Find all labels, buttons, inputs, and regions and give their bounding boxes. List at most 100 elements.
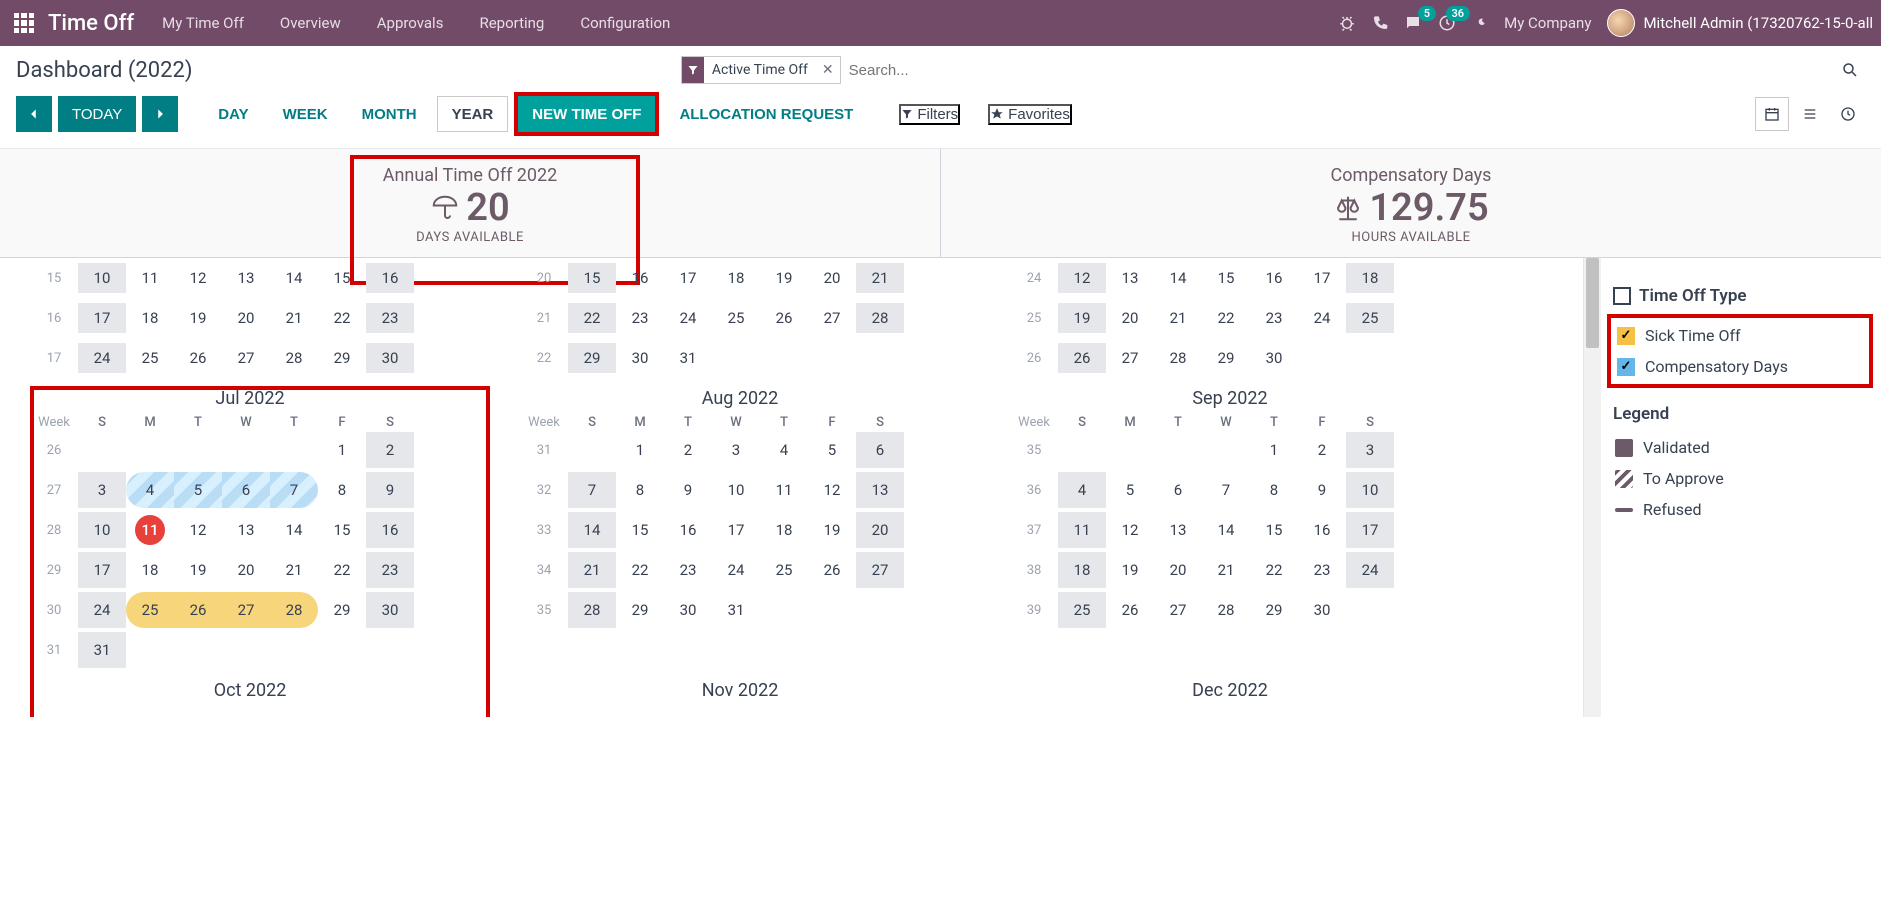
calendar-day[interactable] <box>856 592 904 628</box>
calendar-day[interactable]: 26 <box>1058 343 1106 373</box>
calendar-day[interactable]: 30 <box>616 343 664 373</box>
calendar-day[interactable]: 15 <box>1250 512 1298 548</box>
calendar-day[interactable]: 25 <box>1058 592 1106 628</box>
calendar-day[interactable]: 20 <box>856 512 904 548</box>
calendar-day[interactable]: 12 <box>174 263 222 293</box>
calendar-day[interactable]: 22 <box>318 303 366 333</box>
calendar-day[interactable]: 23 <box>1298 552 1346 588</box>
calendar-day[interactable]: 19 <box>174 552 222 588</box>
calendar-day[interactable]: 21 <box>270 552 318 588</box>
calendar-day[interactable]: 28 <box>270 343 318 373</box>
calendar-day[interactable]: 9 <box>1298 472 1346 508</box>
calendar-day[interactable]: 24 <box>1346 552 1394 588</box>
calendar-day[interactable]: 23 <box>664 552 712 588</box>
calendar-day[interactable] <box>222 432 270 468</box>
calendar-day[interactable]: 6 <box>1154 472 1202 508</box>
calendar-day[interactable]: 25 <box>126 592 174 628</box>
calendar-day[interactable]: 19 <box>1106 552 1154 588</box>
calendar-day[interactable]: 23 <box>366 303 414 333</box>
calendar-day[interactable]: 17 <box>78 552 126 588</box>
app-brand[interactable]: Time Off <box>48 11 134 36</box>
calendar-day[interactable]: 16 <box>1250 263 1298 293</box>
menu-configuration[interactable]: Configuration <box>576 10 674 36</box>
menu-overview[interactable]: Overview <box>276 10 345 36</box>
calendar-day[interactable] <box>760 343 808 373</box>
calendar-day[interactable] <box>808 592 856 628</box>
calendar-scrollbar[interactable] <box>1583 258 1601 717</box>
calendar-day[interactable]: 28 <box>270 592 318 628</box>
calendar-day[interactable]: 2 <box>1298 432 1346 468</box>
calendar-day[interactable]: 17 <box>78 303 126 333</box>
summary-annual[interactable]: Annual Time Off 2022 20 DAYS AVAILABLE <box>0 149 940 257</box>
calendar-day[interactable]: 19 <box>808 512 856 548</box>
calendar-day[interactable]: 30 <box>1250 343 1298 373</box>
calendar-day[interactable]: 21 <box>568 552 616 588</box>
prev-button[interactable] <box>16 96 52 132</box>
checkbox-empty-icon[interactable] <box>1613 287 1631 305</box>
calendar-day[interactable]: 18 <box>760 512 808 548</box>
calendar-day[interactable]: 1 <box>616 432 664 468</box>
calendar-day[interactable]: 16 <box>366 263 414 293</box>
calendar-day[interactable]: 12 <box>174 512 222 548</box>
calendar-day[interactable] <box>366 632 414 668</box>
calendar-day[interactable]: 31 <box>78 632 126 668</box>
calendar-day[interactable]: 24 <box>78 343 126 373</box>
calendar-day[interactable]: 27 <box>1106 343 1154 373</box>
calendar-day[interactable]: 29 <box>568 343 616 373</box>
calendar-day[interactable]: 20 <box>222 303 270 333</box>
calendar-day[interactable]: 18 <box>712 263 760 293</box>
calendar-day[interactable]: 1 <box>1250 432 1298 468</box>
filters-button[interactable]: Filters <box>899 104 960 125</box>
calendar-day[interactable]: 24 <box>1298 303 1346 333</box>
calendar-day[interactable]: 27 <box>808 303 856 333</box>
calendar-day[interactable]: 20 <box>1106 303 1154 333</box>
calendar-day[interactable]: 5 <box>174 472 222 508</box>
calendar-day[interactable]: 21 <box>856 263 904 293</box>
calendar-day[interactable]: 29 <box>616 592 664 628</box>
calendar-day[interactable]: 20 <box>808 263 856 293</box>
calendar-day[interactable]: 28 <box>1202 592 1250 628</box>
facet-remove-icon[interactable]: ✕ <box>816 62 840 78</box>
calendar-day[interactable]: 3 <box>1346 432 1394 468</box>
calendar-day[interactable] <box>760 592 808 628</box>
calendar-day[interactable]: 22 <box>616 552 664 588</box>
calendar-day[interactable]: 8 <box>616 472 664 508</box>
calendar-day[interactable]: 13 <box>222 263 270 293</box>
calendar-day[interactable]: 17 <box>712 512 760 548</box>
calendar-day[interactable]: 30 <box>664 592 712 628</box>
calendar-day[interactable]: 7 <box>270 472 318 508</box>
calendar-day[interactable]: 24 <box>78 592 126 628</box>
calendar-day[interactable]: 25 <box>712 303 760 333</box>
calendar-day[interactable]: 8 <box>1250 472 1298 508</box>
activities-icon[interactable]: 36 <box>1438 14 1456 32</box>
activity-view-button[interactable] <box>1831 97 1865 131</box>
calendar-day[interactable] <box>568 432 616 468</box>
messages-icon[interactable]: 5 <box>1404 14 1422 32</box>
calendar-day[interactable] <box>174 632 222 668</box>
calendar-day[interactable]: 30 <box>366 343 414 373</box>
calendar-day[interactable] <box>1298 343 1346 373</box>
tools-icon[interactable] <box>1472 15 1488 31</box>
calendar-day[interactable] <box>1106 432 1154 468</box>
calendar-day[interactable]: 17 <box>664 263 712 293</box>
calendar-day[interactable]: 21 <box>270 303 318 333</box>
calendar-day[interactable]: 4 <box>126 472 174 508</box>
calendar-day[interactable]: 19 <box>760 263 808 293</box>
search-facet[interactable]: Active Time Off ✕ <box>681 56 841 84</box>
calendar-day[interactable]: 2 <box>664 432 712 468</box>
calendar-day[interactable]: 1 <box>318 432 366 468</box>
view-day[interactable]: DAY <box>204 96 262 132</box>
calendar-day[interactable]: 14 <box>1154 263 1202 293</box>
calendar-day[interactable]: 5 <box>1106 472 1154 508</box>
calendar-day[interactable]: 12 <box>1106 512 1154 548</box>
calendar-day[interactable]: 16 <box>616 263 664 293</box>
calendar-day[interactable]: 18 <box>1058 552 1106 588</box>
calendar-day[interactable]: 3 <box>712 432 760 468</box>
calendar-day[interactable]: 19 <box>1058 303 1106 333</box>
calendar-day[interactable]: 26 <box>174 592 222 628</box>
calendar-day[interactable] <box>1154 432 1202 468</box>
calendar-day[interactable]: 15 <box>318 263 366 293</box>
calendar-day[interactable]: 9 <box>366 472 414 508</box>
calendar-day[interactable]: 26 <box>808 552 856 588</box>
calendar-day[interactable]: 22 <box>318 552 366 588</box>
